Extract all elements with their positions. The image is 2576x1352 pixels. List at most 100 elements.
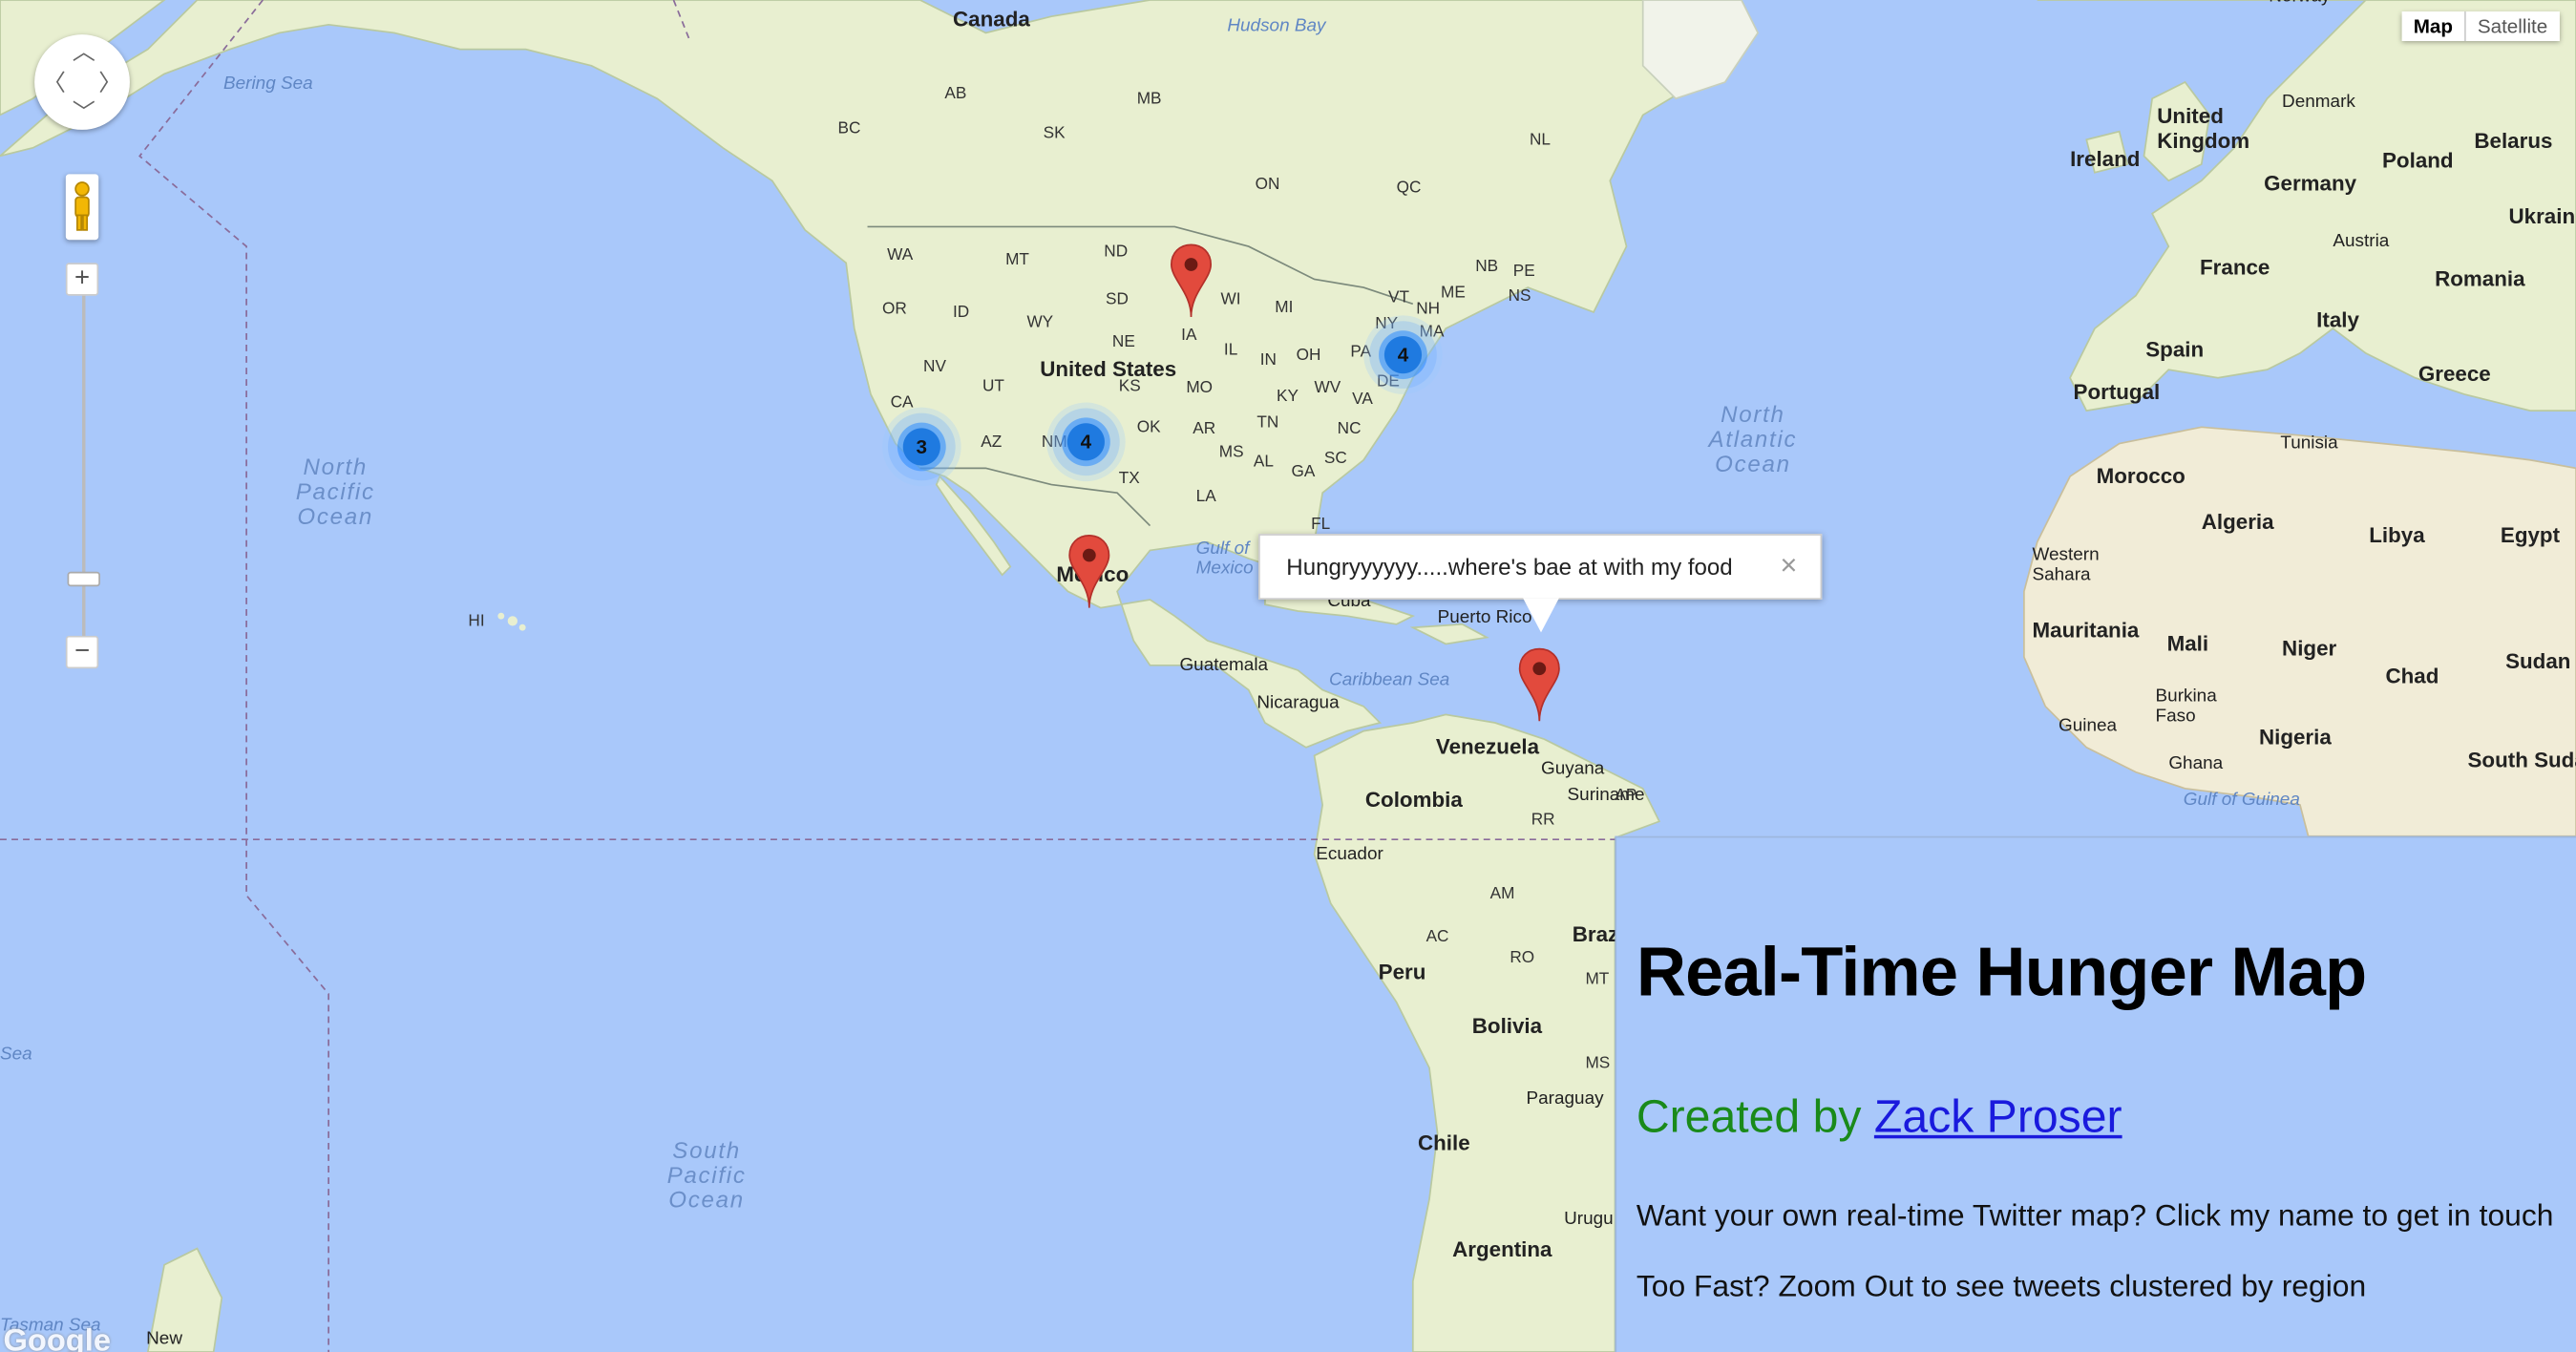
- region-label: IL: [1223, 341, 1238, 360]
- region-label: NL: [1529, 131, 1551, 150]
- region-label: MO: [1186, 379, 1214, 398]
- country-label: Paraguay: [1526, 1088, 1604, 1109]
- country-label: Greece: [2418, 361, 2491, 387]
- country-label: United Kingdom: [2157, 103, 2250, 154]
- pan-up-icon[interactable]: ︿: [73, 39, 95, 62]
- region-label: SC: [1323, 450, 1347, 469]
- region-label: KY: [1276, 388, 1299, 406]
- region-label: AL: [1253, 453, 1274, 472]
- country-label: Austria: [2333, 231, 2390, 252]
- zoom-hint-line: Too Fast? Zoom Out to see tweets cluster…: [1636, 1268, 2367, 1303]
- region-label: IN: [1259, 351, 1277, 370]
- country-label: Guatemala: [1179, 655, 1269, 676]
- country-label: France: [2200, 254, 2270, 280]
- region-label: AZ: [981, 433, 1003, 453]
- region-label: MB: [1136, 90, 1162, 109]
- country-label: New: [146, 1328, 183, 1349]
- tweet-text: Hungryyyyyy.....where's bae at with my f…: [1286, 553, 1733, 581]
- ocean-label: South Pacific Ocean: [666, 1136, 747, 1213]
- cluster-count: 3: [916, 434, 928, 459]
- author-link[interactable]: Zack Proser: [1874, 1090, 2122, 1141]
- country-label: Poland: [2382, 147, 2454, 173]
- country-label: Ireland: [2070, 146, 2141, 171]
- region-label: SD: [1106, 290, 1129, 309]
- region-label: TN: [1256, 413, 1279, 433]
- country-label: Urugu: [1564, 1209, 1614, 1229]
- street-view-pegman[interactable]: [65, 174, 99, 241]
- country-label: Morocco: [2096, 463, 2185, 488]
- region-label: MT: [1005, 251, 1029, 270]
- cluster-southwest[interactable]: 4: [1046, 402, 1126, 482]
- country-label: South Suda: [2467, 747, 2576, 772]
- sea-label: Gulf of Mexico: [1195, 539, 1254, 579]
- sea-label: Gulf of Guinea: [2183, 790, 2300, 811]
- pan-left-icon[interactable]: 〈: [43, 71, 66, 94]
- info-panel: Real-Time Hunger Map Created by Zack Pro…: [1615, 835, 2576, 1352]
- sea-label: Hudson Bay: [1227, 16, 1326, 36]
- country-label: Bolivia: [1471, 1013, 1543, 1039]
- region-label: IA: [1181, 327, 1197, 346]
- pegman-icon: [74, 181, 90, 231]
- cluster-count: 4: [1397, 343, 1409, 367]
- region-label: MI: [1275, 299, 1294, 318]
- sea-label: Caribbean Sea: [1329, 669, 1450, 690]
- pan-control[interactable]: ︿ ﹀ 〈 〉: [34, 34, 130, 130]
- map-canvas[interactable]: North Pacific Ocean North Atlantic Ocean Sou…: [0, 0, 2576, 1352]
- ocean-label: North Pacific Ocean: [295, 453, 375, 530]
- region-label: NE: [1111, 333, 1135, 352]
- country-label: Norway: [2269, 0, 2330, 7]
- country-label: Puerto Rico: [1437, 607, 1532, 628]
- region-label: BC: [837, 119, 861, 138]
- country-label: Western Sahara: [2032, 545, 2100, 585]
- zoom-in-button[interactable]: +: [65, 263, 99, 296]
- marker-mexico[interactable]: [1067, 534, 1110, 609]
- country-label: Spain: [2145, 336, 2205, 362]
- country-label: Peru: [1378, 959, 1426, 984]
- credit-prefix: Created by: [1636, 1090, 1874, 1142]
- country-label: Algeria: [2201, 509, 2274, 535]
- country-label: Portugal: [2073, 379, 2161, 405]
- country-label: Italy: [2316, 306, 2359, 332]
- country-label: Nicaragua: [1256, 693, 1340, 713]
- region-label: GA: [1291, 463, 1316, 482]
- sea-label: Bering Sea: [223, 74, 313, 95]
- zoom-out-button[interactable]: −: [65, 635, 99, 669]
- region-label: OR: [882, 300, 907, 319]
- tweet-info-window: Hungryyyyyy.....where's bae at with my f…: [1258, 534, 1823, 633]
- pan-right-icon[interactable]: 〉: [98, 71, 121, 94]
- region-label: AR: [1193, 420, 1216, 439]
- map-type-map-button[interactable]: Map: [2401, 11, 2465, 42]
- region-label: WV: [1314, 379, 1341, 398]
- pan-down-icon[interactable]: ﹀: [73, 100, 95, 123]
- country-label: Sudan: [2505, 648, 2571, 674]
- region-label: MS: [1218, 443, 1244, 462]
- country-label: Canada: [953, 6, 1030, 32]
- country-label: Mauritania: [2032, 617, 2140, 643]
- country-label: Ecuador: [1316, 844, 1383, 864]
- marker-minnesota[interactable]: [1170, 243, 1213, 319]
- page-title: Real-Time Hunger Map: [1636, 933, 2367, 1011]
- author-credit: Created by Zack Proser: [1636, 1090, 2122, 1143]
- region-label: QC: [1396, 179, 1422, 198]
- country-label: Guinea: [2059, 716, 2118, 736]
- zoom-slider-handle[interactable]: [67, 571, 100, 587]
- country-label: Niger: [2282, 635, 2337, 661]
- map-type-satellite-button[interactable]: Satellite: [2464, 11, 2560, 42]
- country-label: Belarus: [2474, 128, 2553, 154]
- region-label: AB: [944, 85, 967, 104]
- region-label: OK: [1136, 418, 1161, 437]
- cluster-california[interactable]: 3: [882, 407, 961, 487]
- close-icon[interactable]: ×: [1780, 549, 1797, 583]
- country-label: Chile: [1417, 1130, 1470, 1155]
- region-label: AC: [1425, 928, 1449, 947]
- region-label: HI: [468, 612, 485, 631]
- region-label: NC: [1337, 420, 1362, 439]
- google-logo: Google: [3, 1323, 112, 1352]
- marker-caribbean[interactable]: [1518, 647, 1561, 723]
- country-label: Argentina: [1452, 1236, 1552, 1262]
- region-label: ID: [953, 304, 970, 323]
- cluster-northeast[interactable]: 4: [1363, 315, 1443, 394]
- zoom-slider-track[interactable]: [82, 292, 86, 641]
- region-label: AP: [1615, 787, 1637, 806]
- region-label: ON: [1255, 176, 1280, 195]
